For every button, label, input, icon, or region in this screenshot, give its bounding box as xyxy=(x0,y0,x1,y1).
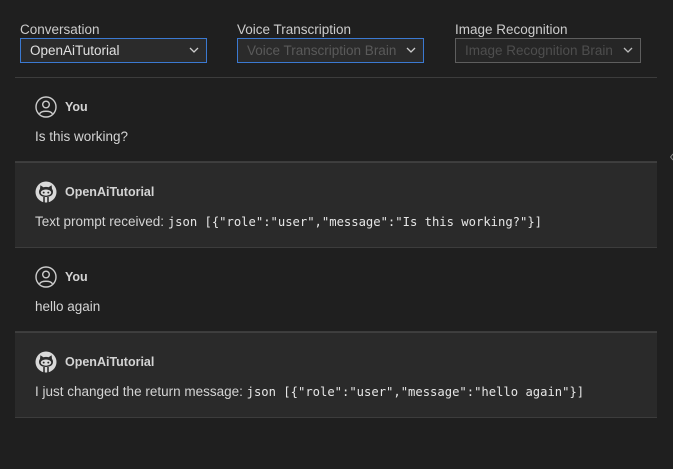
message-code: json [{"role":"user","message":"hello ag… xyxy=(246,385,585,399)
voice-transcription-label: Voice Transcription xyxy=(237,22,352,37)
voice-transcription-selector: Voice Transcription Voice Transcription … xyxy=(237,22,424,63)
message-bot: OpenAiTutorial Text prompt received: jso… xyxy=(15,162,657,248)
message-header: OpenAiTutorial xyxy=(35,181,637,203)
message-author: OpenAiTutorial xyxy=(65,185,155,199)
conversation-dropdown[interactable]: OpenAiTutorial xyxy=(20,38,207,63)
message-code: json [{"role":"user","message":"Is this … xyxy=(167,215,543,229)
user-circle-icon xyxy=(35,96,57,118)
github-octocat-icon xyxy=(35,181,57,203)
conversation-label: Conversation xyxy=(20,22,100,37)
message-header: You xyxy=(35,96,637,118)
message-text: Is this working? xyxy=(35,129,637,144)
message-user: You Is this working? xyxy=(15,78,657,162)
message-user: You hello again xyxy=(15,248,657,332)
message-text: Text prompt received: json [{"role":"use… xyxy=(35,214,637,229)
message-text-plain: Text prompt received: xyxy=(35,214,168,229)
image-recognition-placeholder: Image Recognition Brain xyxy=(465,43,613,58)
message-text: I just changed the return message: json … xyxy=(35,384,637,399)
chat-history: You Is this working? OpenAiTutorial Text… xyxy=(15,78,657,418)
message-text-plain: hello again xyxy=(35,299,101,314)
chevron-down-icon xyxy=(622,44,634,56)
user-circle-icon xyxy=(35,266,57,288)
voice-transcription-dropdown[interactable]: Voice Transcription Brain xyxy=(237,38,424,63)
image-recognition-selector: Image Recognition Image Recognition Brai… xyxy=(455,22,641,63)
brain-selector-toolbar: Conversation OpenAiTutorial Voice Transc… xyxy=(0,0,673,78)
chevron-down-icon xyxy=(405,44,417,56)
github-octocat-icon xyxy=(35,351,57,373)
message-author: You xyxy=(65,100,88,114)
message-text-plain: I just changed the return message: xyxy=(35,384,247,399)
message-author: OpenAiTutorial xyxy=(65,355,155,369)
message-author: You xyxy=(65,270,88,284)
message-text: hello again xyxy=(35,299,637,314)
image-recognition-dropdown[interactable]: Image Recognition Brain xyxy=(455,38,641,63)
message-text-plain: Is this working? xyxy=(35,129,129,144)
conversation-value: OpenAiTutorial xyxy=(30,43,120,58)
chevron-down-icon xyxy=(188,44,200,56)
voice-transcription-placeholder: Voice Transcription Brain xyxy=(247,43,397,58)
message-header: OpenAiTutorial xyxy=(35,351,637,373)
conversation-selector: Conversation OpenAiTutorial xyxy=(20,22,207,63)
message-bot: OpenAiTutorial I just changed the return… xyxy=(15,332,657,418)
message-header: You xyxy=(35,266,637,288)
image-recognition-label: Image Recognition xyxy=(455,22,568,37)
